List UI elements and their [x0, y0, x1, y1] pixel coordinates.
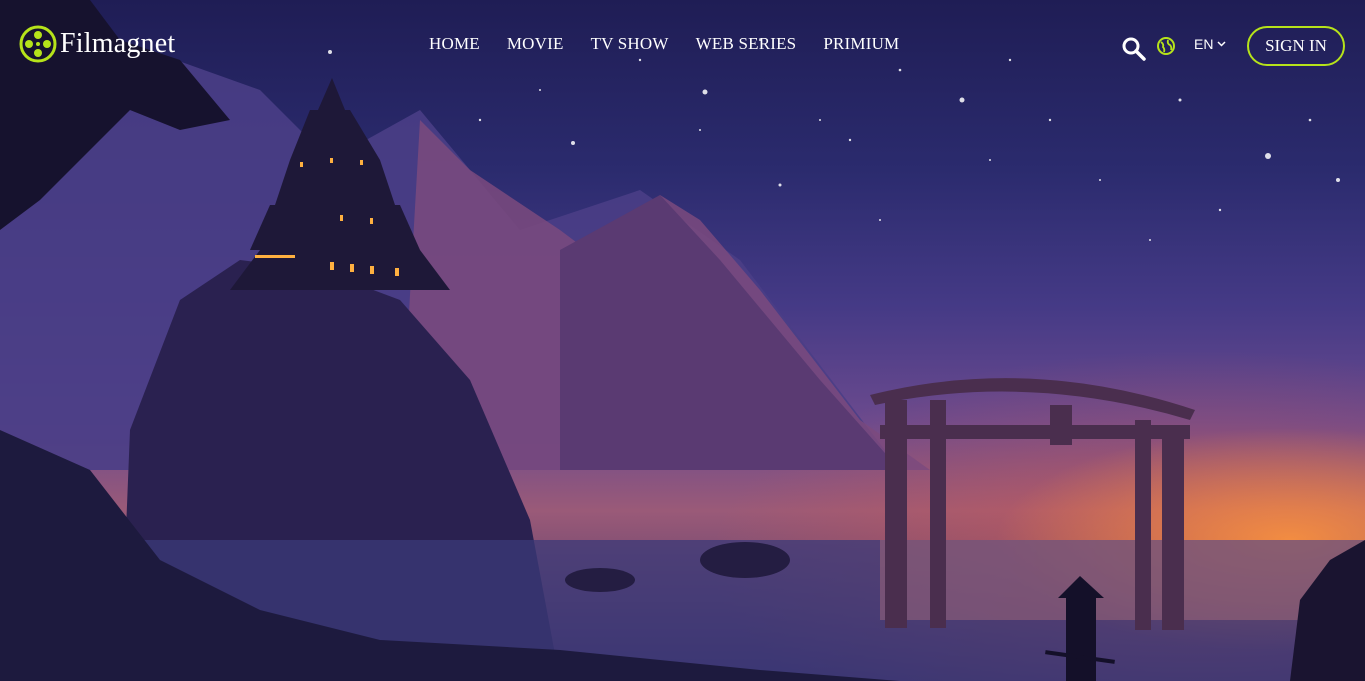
- hero-background: Filmagnet HOME MOVIE TV SHOW WEB SERIES …: [0, 0, 1365, 681]
- nav-web-series[interactable]: WEB SERIES: [696, 34, 797, 54]
- search-icon[interactable]: [1121, 36, 1147, 62]
- chevron-down-icon: [1217, 41, 1226, 47]
- language-label: EN: [1194, 36, 1214, 52]
- brand-logo[interactable]: Filmagnet: [18, 22, 175, 66]
- nav-movie[interactable]: MOVIE: [507, 34, 564, 54]
- globe-icon[interactable]: [1156, 36, 1176, 56]
- brand-name: Filmagnet: [60, 28, 176, 59]
- nav-primium[interactable]: PRIMIUM: [823, 34, 899, 54]
- hero-illustration: [0, 0, 1365, 681]
- main-nav: HOME MOVIE TV SHOW WEB SERIES PRIMIUM: [429, 34, 899, 54]
- film-reel-icon: [19, 25, 57, 63]
- nav-home[interactable]: HOME: [429, 34, 480, 54]
- sign-in-button[interactable]: SIGN IN: [1247, 26, 1345, 66]
- nav-tv-show[interactable]: TV SHOW: [591, 34, 669, 54]
- site-header: Filmagnet HOME MOVIE TV SHOW WEB SERIES …: [0, 0, 1365, 90]
- language-selector[interactable]: EN: [1194, 36, 1226, 52]
